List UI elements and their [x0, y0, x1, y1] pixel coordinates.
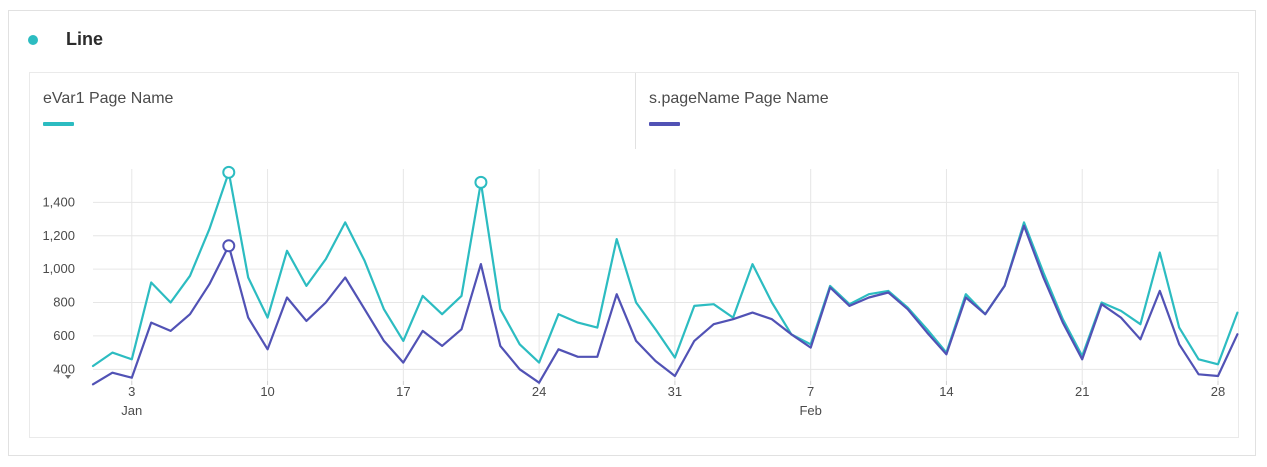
highlighted-point-marker: [474, 175, 488, 189]
x-axis: 3 Jan 10 17 24 31 7 Feb 14 21 28: [121, 384, 1225, 418]
x-tick-sublabel: Feb: [799, 403, 821, 418]
x-tick-label: 28: [1211, 384, 1225, 399]
y-tick-label: 800: [53, 295, 75, 310]
highlighted-point-marker: [222, 239, 236, 253]
x-tick-sublabel: Jan: [121, 403, 142, 418]
line-chart-card: Line eVar1 Page Name s.pageName Page Nam…: [8, 10, 1256, 456]
chart-lines: [91, 171, 1239, 386]
x-tick-label: 10: [260, 384, 274, 399]
y-tick-label: 1,000: [42, 261, 75, 276]
highlighted-point-marker: [222, 165, 236, 179]
chart-grid: [93, 169, 1219, 385]
y-tick-label: 1,400: [42, 194, 75, 209]
x-tick-label: 31: [668, 384, 682, 399]
series-line-pagename: [91, 224, 1239, 386]
y-tick-label: 1,200: [42, 228, 75, 243]
x-tick-label: 7: [807, 384, 814, 399]
y-axis-caret-icon: [65, 375, 71, 379]
x-tick-label: 24: [532, 384, 546, 399]
y-tick-label: 400: [53, 361, 75, 376]
y-tick-label: 600: [53, 328, 75, 343]
x-tick-label: 3: [128, 384, 135, 399]
x-tick-label: 14: [939, 384, 953, 399]
x-tick-label: 21: [1075, 384, 1089, 399]
y-axis: 400 600 800 1,000 1,200 1,400: [42, 194, 75, 379]
line-chart-plot[interactable]: 400 600 800 1,000 1,200 1,400 3 Jan 10 17 24 31 7 Fe…: [9, 11, 1257, 457]
x-tick-label: 17: [396, 384, 410, 399]
chart-markers: [222, 165, 488, 253]
